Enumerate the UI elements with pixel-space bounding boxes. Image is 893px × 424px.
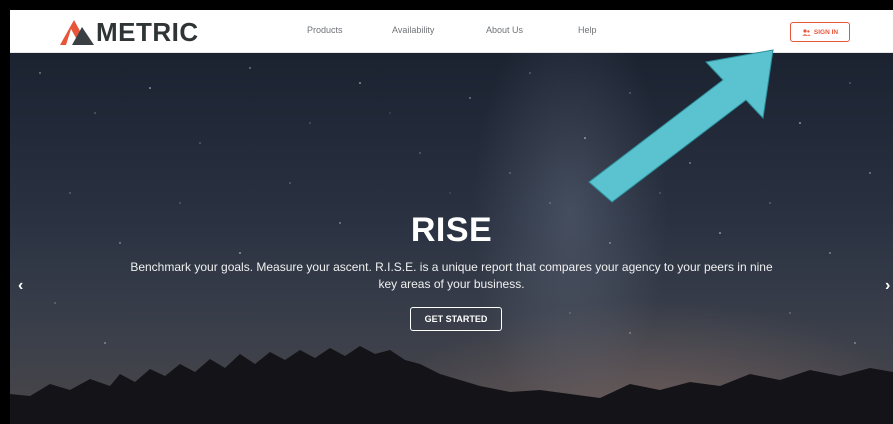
screenshot-frame: METRIC Products Availability About Us He… <box>0 0 893 424</box>
browser-viewport: METRIC Products Availability About Us He… <box>10 10 893 424</box>
annotation-arrow-icon <box>588 49 774 203</box>
